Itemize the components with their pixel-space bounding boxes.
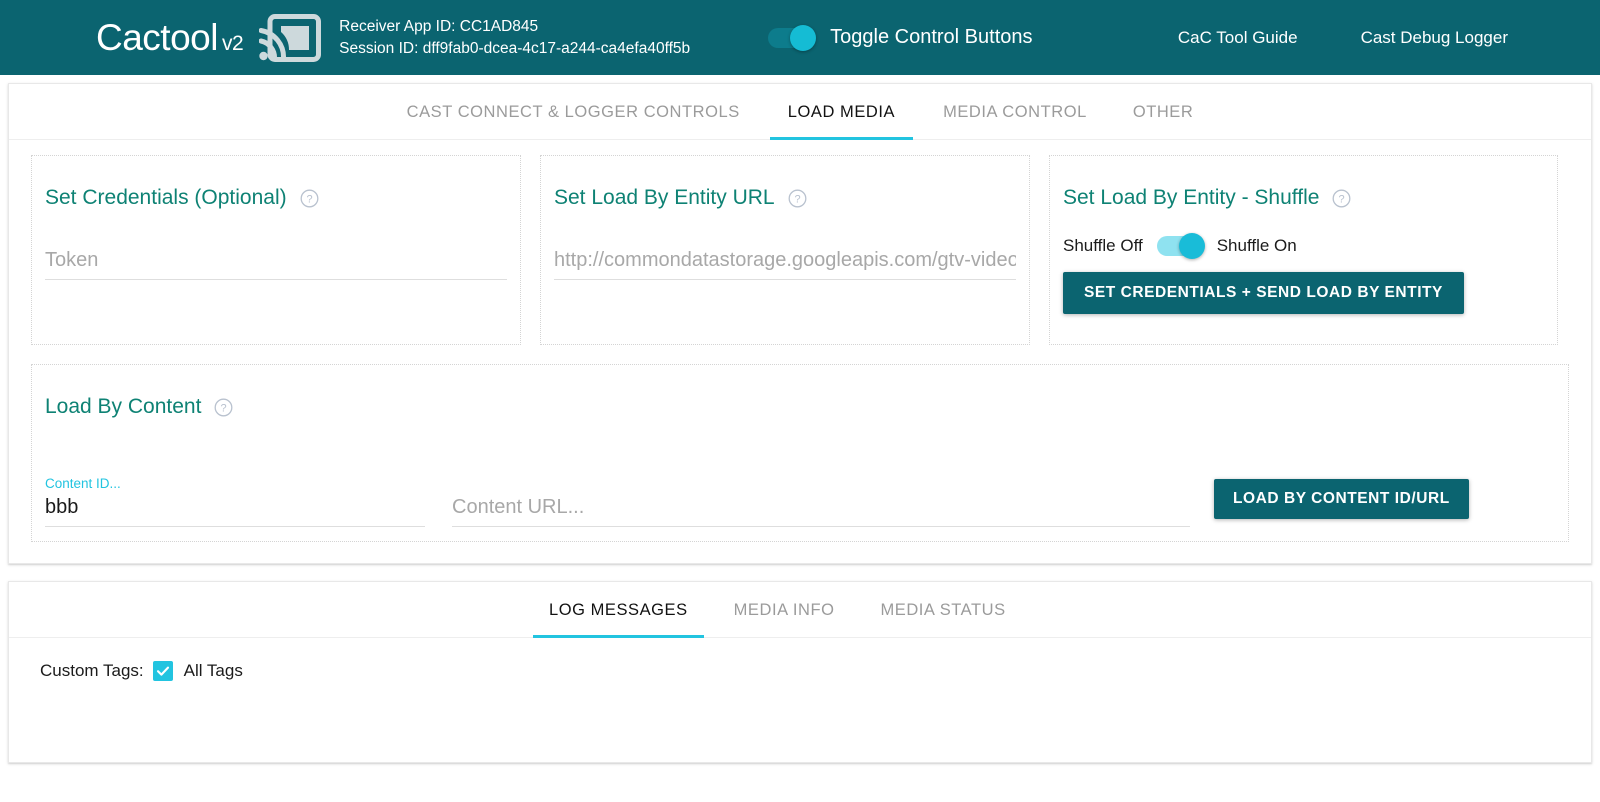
card-load-by-content: Load By Content ? Content ID... (31, 364, 1569, 542)
card-shuffle-title-text: Set Load By Entity - Shuffle (1063, 186, 1319, 210)
app-header: Cactoolv2 Receiver App ID: CC1AD845 Sess… (0, 0, 1600, 75)
svg-text:?: ? (1339, 193, 1345, 205)
svg-text:?: ? (221, 402, 227, 414)
tab-media-status[interactable]: MEDIA STATUS (864, 582, 1021, 638)
content-id-field: Content ID... (45, 496, 425, 527)
toggle-control-buttons-switch[interactable] (768, 28, 814, 48)
link-cast-debug-logger[interactable]: Cast Debug Logger (1361, 28, 1508, 48)
card-set-load-by-entity-shuffle: Set Load By Entity - Shuffle ? Shuffle O… (1049, 155, 1558, 345)
cast-icon (259, 14, 321, 62)
token-field (45, 249, 507, 280)
brand: Cactoolv2 (96, 19, 243, 56)
content-id-underline (45, 526, 425, 527)
content-url-underline (452, 526, 1190, 527)
help-circle-icon[interactable]: ? (788, 189, 807, 208)
brand-version: v2 (222, 33, 243, 54)
content-id-label: Content ID... (45, 476, 121, 491)
custom-tags-label: Custom Tags: (40, 661, 144, 681)
card-entity-url-title: Set Load By Entity URL ? (554, 186, 1016, 210)
cards-row: Set Credentials (Optional) ? Set (9, 140, 1591, 345)
entity-url-input[interactable] (554, 249, 1016, 279)
header-links: CaC Tool Guide Cast Debug Logger (1178, 28, 1600, 48)
set-credentials-send-load-by-entity-button[interactable]: SET CREDENTIALS + SEND LOAD BY ENTITY (1063, 272, 1464, 314)
all-tags-label: All Tags (184, 661, 243, 681)
shuffle-toggle-group: Shuffle Off Shuffle On (1063, 236, 1544, 256)
log-panel: LOG MESSAGES MEDIA INFO MEDIA STATUS Cus… (8, 581, 1592, 763)
card-set-load-by-entity-url: Set Load By Entity URL ? (540, 155, 1030, 345)
cactool-page: Cactoolv2 Receiver App ID: CC1AD845 Sess… (0, 0, 1600, 802)
card-set-credentials-title-text: Set Credentials (Optional) (45, 186, 287, 210)
session-info: Receiver App ID: CC1AD845 Session ID: df… (339, 16, 690, 60)
tab-cast-connect-logger-controls[interactable]: CAST CONNECT & LOGGER CONTROLS (389, 84, 758, 140)
card-load-by-content-title: Load By Content ? (45, 395, 1555, 419)
shuffle-on-label: Shuffle On (1217, 236, 1297, 256)
token-underline (45, 279, 507, 280)
shuffle-off-label: Shuffle Off (1063, 236, 1143, 256)
svg-text:?: ? (306, 193, 312, 205)
tab-load-media[interactable]: LOAD MEDIA (770, 84, 913, 140)
content-url-field (452, 496, 1190, 527)
card-set-credentials: Set Credentials (Optional) ? (31, 155, 521, 345)
help-circle-icon[interactable]: ? (214, 398, 233, 417)
content-id-input[interactable] (45, 496, 425, 526)
token-input[interactable] (45, 249, 507, 279)
check-icon (156, 664, 170, 678)
tab-media-control[interactable]: MEDIA CONTROL (925, 84, 1105, 140)
card-load-by-content-title-text: Load By Content (45, 395, 201, 419)
help-circle-icon[interactable]: ? (300, 189, 319, 208)
load-by-content-row: Content ID... LOAD BY CONTENT ID/URL (45, 457, 1555, 527)
switch-thumb (790, 25, 816, 51)
tab-log-messages[interactable]: LOG MESSAGES (533, 582, 704, 638)
toggle-control-buttons-group: Toggle Control Buttons (768, 26, 1032, 49)
tab-other[interactable]: OTHER (1115, 84, 1212, 140)
entity-url-field (554, 249, 1016, 280)
all-tags-checkbox[interactable] (153, 661, 173, 681)
receiver-app-id: Receiver App ID: CC1AD845 (339, 16, 690, 38)
shuffle-switch[interactable] (1157, 236, 1203, 256)
content-url-input[interactable] (452, 496, 1190, 526)
main-tabbar: CAST CONNECT & LOGGER CONTROLS LOAD MEDI… (9, 84, 1591, 140)
card-shuffle-title: Set Load By Entity - Shuffle ? (1063, 186, 1544, 210)
help-circle-icon[interactable]: ? (1332, 189, 1351, 208)
custom-tags-row: Custom Tags: All Tags (40, 661, 1591, 681)
link-cac-tool-guide[interactable]: CaC Tool Guide (1178, 28, 1298, 48)
tab-media-info[interactable]: MEDIA INFO (718, 582, 851, 638)
switch-thumb (1179, 233, 1205, 259)
log-tabbar: LOG MESSAGES MEDIA INFO MEDIA STATUS (9, 582, 1591, 638)
brand-name: Cactool (96, 19, 218, 56)
toggle-control-buttons-label: Toggle Control Buttons (830, 26, 1032, 49)
entity-url-underline (554, 279, 1016, 280)
card-set-credentials-title: Set Credentials (Optional) ? (45, 186, 507, 210)
main-panel: CAST CONNECT & LOGGER CONTROLS LOAD MEDI… (8, 83, 1592, 564)
card-entity-url-title-text: Set Load By Entity URL (554, 186, 775, 210)
session-id: Session ID: dff9fab0-dcea-4c17-a244-ca4e… (339, 38, 690, 60)
log-body: Custom Tags: All Tags (9, 638, 1591, 681)
svg-text:?: ? (794, 193, 800, 205)
load-by-content-id-url-button[interactable]: LOAD BY CONTENT ID/URL (1214, 479, 1469, 519)
